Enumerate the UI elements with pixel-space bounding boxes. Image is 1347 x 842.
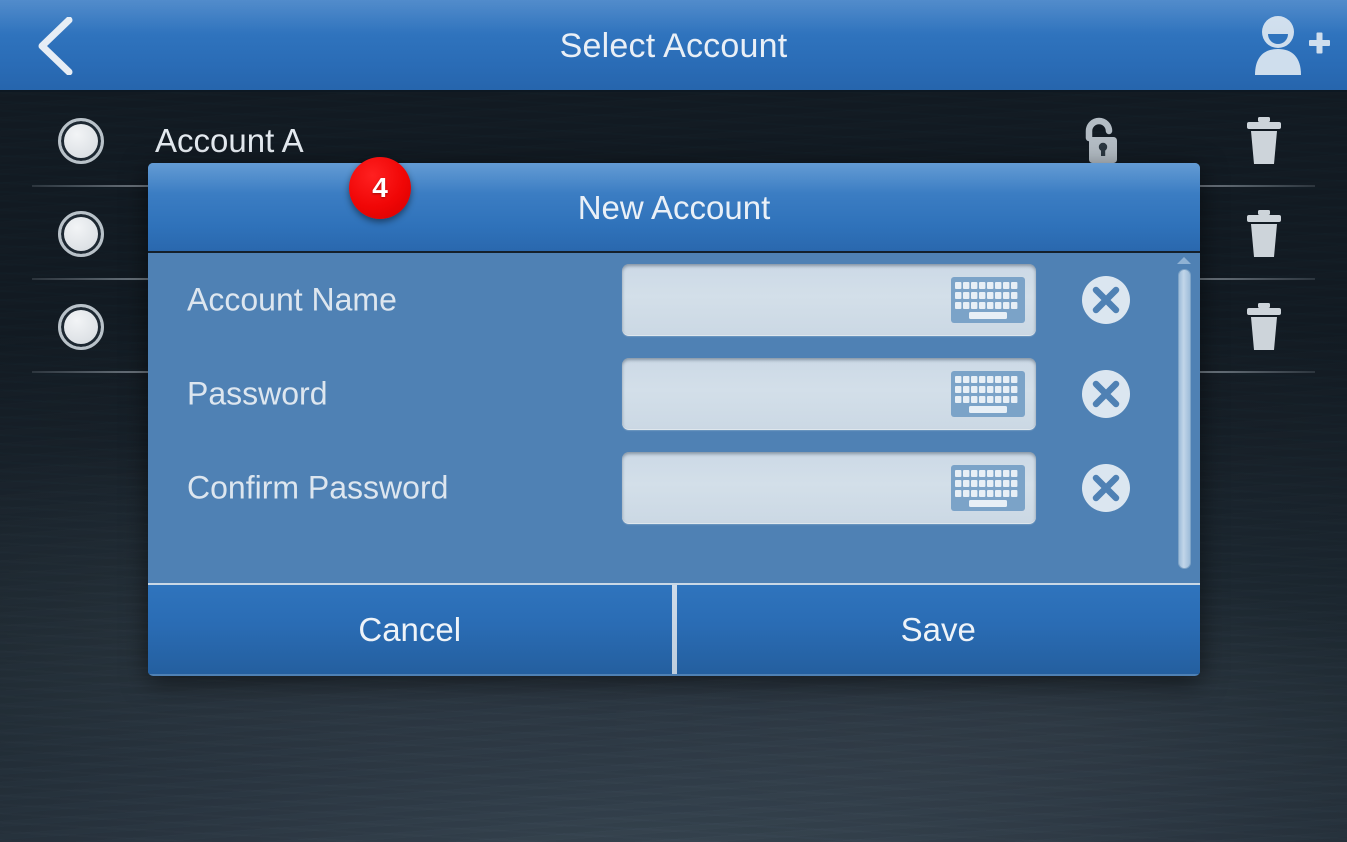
account-name-label: Account Name <box>187 281 397 318</box>
scrollbar-thumb[interactable] <box>1178 269 1191 569</box>
clear-circle-x-icon <box>1080 274 1132 326</box>
trash-icon <box>1241 115 1287 167</box>
add-account-button[interactable] <box>1249 8 1333 84</box>
add-user-icon <box>1252 15 1330 77</box>
new-account-dialog: New Account Account Name Password Confir… <box>148 163 1200 676</box>
clear-account-name-button[interactable] <box>1080 274 1132 326</box>
account-name-label: Account A <box>155 121 304 159</box>
screen-root: Select Account Account A New Account Acc… <box>0 0 1347 842</box>
confirm-password-input[interactable] <box>622 452 1036 524</box>
account-radio[interactable] <box>58 303 104 350</box>
dialog-title: New Account <box>577 189 771 226</box>
unlocked-padlock-icon <box>1077 116 1123 166</box>
account-radio[interactable] <box>58 117 104 164</box>
chevron-up-icon[interactable] <box>1177 257 1191 264</box>
top-header-bar: Select Account <box>0 0 1347 92</box>
password-input[interactable] <box>622 358 1036 430</box>
form-row-confirm-password: Confirm Password <box>148 441 1200 535</box>
cancel-button[interactable]: Cancel <box>148 585 672 674</box>
confirm-password-label: Confirm Password <box>187 469 449 506</box>
account-lock-button[interactable] <box>1074 115 1126 167</box>
trash-icon <box>1241 301 1287 353</box>
dialog-body: Account Name Password Confirm Password <box>148 253 1200 583</box>
clear-password-button[interactable] <box>1080 368 1132 420</box>
password-label: Password <box>187 375 328 412</box>
dialog-scrollbar[interactable] <box>1174 257 1194 579</box>
form-row-password: Password <box>148 347 1200 441</box>
account-name-input[interactable] <box>622 264 1036 336</box>
page-title: Select Account <box>559 27 788 65</box>
keyboard-icon[interactable] <box>951 371 1025 417</box>
trash-icon <box>1241 208 1287 260</box>
clear-circle-x-icon <box>1080 462 1132 514</box>
form-row-account-name: Account Name <box>148 253 1200 347</box>
account-delete-button[interactable] <box>1238 299 1290 355</box>
clear-confirm-password-button[interactable] <box>1080 462 1132 514</box>
dialog-header: New Account <box>148 163 1200 253</box>
annotation-badge-4: 4 <box>349 157 411 219</box>
account-delete-button[interactable] <box>1238 113 1290 169</box>
keyboard-icon[interactable] <box>951 277 1025 323</box>
save-button[interactable]: Save <box>677 585 1201 674</box>
account-radio[interactable] <box>58 210 104 257</box>
account-delete-button[interactable] <box>1238 206 1290 262</box>
dialog-footer: Cancel Save <box>148 583 1200 674</box>
keyboard-icon[interactable] <box>951 465 1025 511</box>
clear-circle-x-icon <box>1080 368 1132 420</box>
